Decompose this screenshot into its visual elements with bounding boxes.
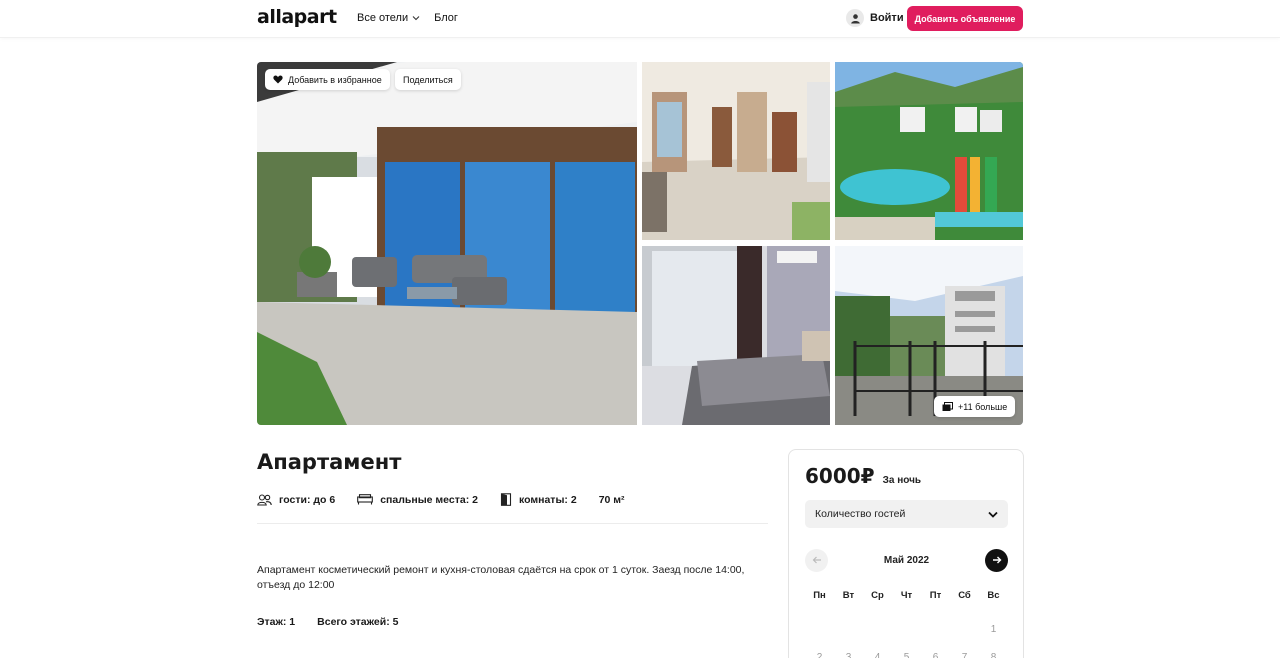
calendar-day[interactable]: 1 bbox=[979, 624, 1008, 636]
spec-area: 70 м² bbox=[599, 494, 625, 506]
photo-bedroom[interactable] bbox=[642, 246, 830, 425]
spec-guests-label: гости: до 6 bbox=[279, 493, 336, 506]
weekday-thu: Чт bbox=[900, 590, 913, 601]
weekday-sun: Вс bbox=[987, 590, 1000, 601]
calendar-day[interactable]: 6 bbox=[921, 652, 950, 658]
share-label: Поделиться bbox=[403, 74, 453, 85]
booking-card: 6000₽ За ночь Количество гостей Май 2022… bbox=[788, 449, 1024, 658]
floor-info: Этаж: 1 Всего этажей: 5 bbox=[257, 616, 398, 628]
nav-blog[interactable]: Блог bbox=[434, 12, 458, 24]
login-label: Войти bbox=[870, 12, 904, 24]
login-button[interactable]: Войти bbox=[846, 9, 904, 27]
guests-select-label: Количество гостей bbox=[815, 508, 906, 520]
guests-icon bbox=[257, 493, 272, 506]
weekday-mon: Пн bbox=[813, 590, 826, 601]
spec-rooms-label: комнаты: 2 bbox=[518, 493, 577, 506]
price-value: 6000₽ bbox=[805, 464, 875, 488]
listing-description: Апартамент косметический ремонт и кухня-… bbox=[257, 564, 745, 591]
photo-gallery bbox=[257, 62, 1023, 425]
spec-area-label: 70 м² bbox=[598, 493, 625, 506]
photo-hallway[interactable] bbox=[642, 62, 830, 240]
more-photos-button[interactable]: +11 больше bbox=[934, 396, 1016, 417]
floor-label: Этаж: 1 bbox=[257, 616, 296, 628]
site-logo[interactable]: allapart bbox=[257, 6, 337, 28]
photos-icon bbox=[942, 401, 953, 411]
door-icon bbox=[500, 493, 512, 506]
calendar-day bbox=[805, 624, 834, 636]
main-photo-terrace[interactable] bbox=[257, 62, 637, 425]
chevron-down-icon bbox=[412, 16, 420, 21]
total-floors-label: Всего этажей: 5 bbox=[317, 616, 399, 628]
more-photos-label: +11 больше bbox=[958, 401, 1008, 412]
listing-specs: гости: до 6 спальные места: 2 комнаты: 2… bbox=[257, 493, 647, 506]
price-block: 6000₽ За ночь bbox=[805, 464, 921, 488]
calendar-day[interactable]: 3 bbox=[834, 652, 863, 658]
calendar-day[interactable]: 4 bbox=[863, 652, 892, 658]
calendar-header: Май 2022 bbox=[805, 548, 1008, 572]
calendar-day bbox=[863, 624, 892, 636]
calendar-grid: 1 2 3 4 5 6 7 8 bbox=[805, 624, 1022, 658]
price-unit: За ночь bbox=[882, 475, 922, 486]
calendar-month: Май 2022 bbox=[883, 554, 930, 566]
calendar-day[interactable]: 8 bbox=[979, 652, 1008, 658]
weekday-sat: Сб bbox=[958, 590, 971, 601]
photo-resort-pool[interactable] bbox=[835, 62, 1023, 240]
spec-guests: гости: до 6 bbox=[257, 494, 335, 506]
section-divider bbox=[257, 523, 768, 524]
add-to-favorites-button[interactable]: Добавить в избранное bbox=[265, 69, 390, 90]
calendar-day[interactable]: 5 bbox=[892, 652, 921, 658]
calendar-prev-button[interactable] bbox=[805, 548, 828, 572]
calendar-day[interactable]: 2 bbox=[805, 652, 834, 658]
top-header: allapart Все отели Блог Войти Добавить о… bbox=[0, 0, 1280, 38]
guests-select[interactable]: Количество гостей bbox=[805, 500, 1008, 528]
add-listing-button[interactable]: Добавить объявление bbox=[907, 6, 1023, 31]
heart-icon bbox=[273, 75, 283, 84]
calendar-day bbox=[834, 624, 863, 636]
calendar-day bbox=[950, 624, 979, 636]
arrow-left-icon bbox=[812, 556, 821, 564]
arrow-right-icon bbox=[992, 556, 1001, 564]
weekday-fri: Пт bbox=[929, 590, 942, 601]
calendar-day[interactable]: 7 bbox=[950, 652, 979, 658]
weekday-tue: Вт bbox=[842, 590, 855, 601]
user-icon bbox=[846, 9, 864, 27]
share-button[interactable]: Поделиться bbox=[395, 69, 461, 90]
weekday-wed: Ср bbox=[871, 590, 884, 601]
main-nav: Все отели Блог bbox=[357, 12, 458, 24]
nav-blog-label: Блог bbox=[434, 12, 458, 24]
calendar-next-button[interactable] bbox=[985, 548, 1008, 572]
bed-icon bbox=[357, 494, 374, 505]
chevron-down-icon bbox=[988, 511, 998, 518]
calendar-weekdays: Пн Вт Ср Чт Пт Сб Вс bbox=[805, 590, 1022, 601]
calendar-day bbox=[921, 624, 950, 636]
spec-beds-label: спальные места: 2 bbox=[380, 493, 478, 506]
nav-all-hotels-label: Все отели bbox=[357, 12, 409, 24]
spec-rooms: комнаты: 2 bbox=[500, 493, 577, 506]
listing-title: Апартамент bbox=[257, 450, 402, 474]
spec-beds: спальные места: 2 bbox=[357, 494, 478, 506]
add-to-favorites-label: Добавить в избранное bbox=[288, 74, 382, 85]
calendar-day bbox=[892, 624, 921, 636]
nav-all-hotels[interactable]: Все отели bbox=[357, 12, 420, 24]
